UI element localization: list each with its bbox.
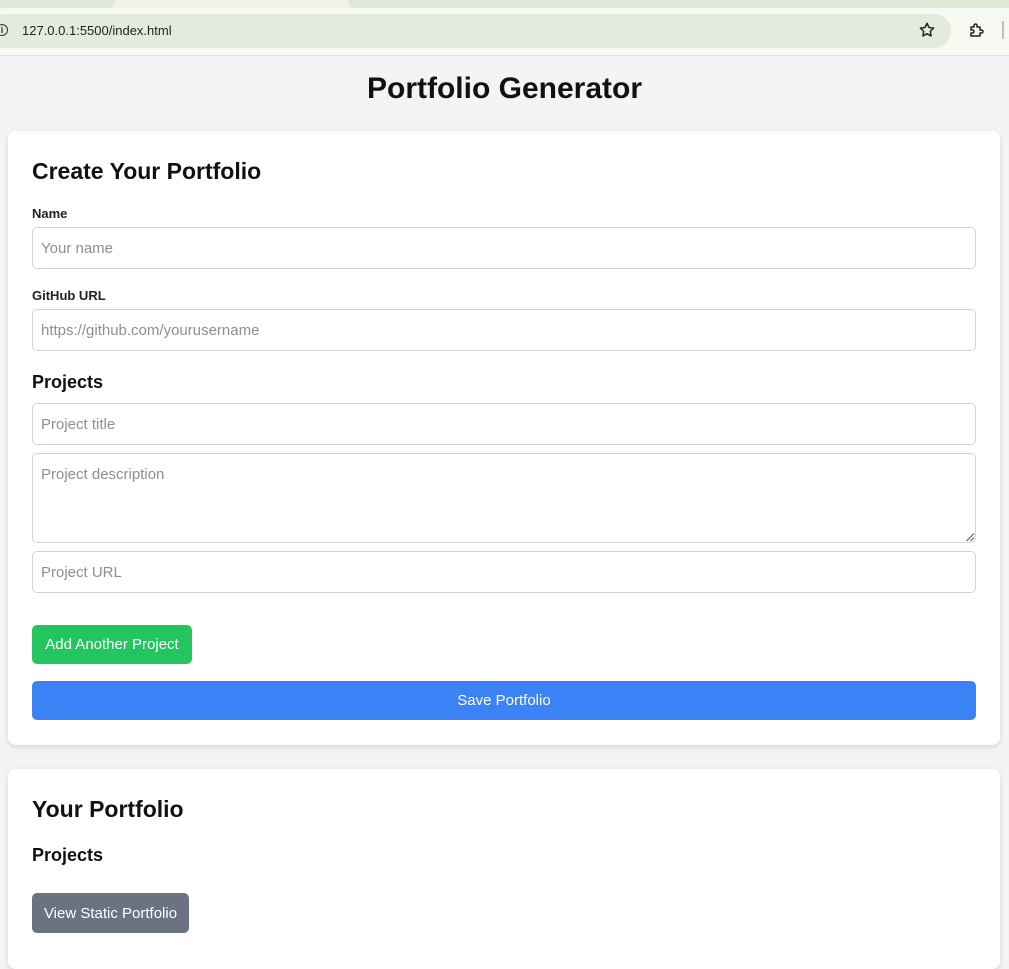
name-input[interactable] <box>32 227 976 269</box>
create-portfolio-heading: Create Your Portfolio <box>32 158 262 184</box>
browser-tab-active[interactable] <box>348 0 1009 8</box>
github-url-input[interactable] <box>32 309 976 351</box>
your-portfolio-card: Your Portfolio Projects View Static Port… <box>8 769 1000 969</box>
view-static-portfolio-button[interactable]: View Static Portfolio <box>32 893 189 933</box>
site-info-icon[interactable]: i <box>0 24 8 36</box>
name-label: Name <box>32 206 68 221</box>
bookmark-star-icon[interactable] <box>918 21 936 39</box>
portfolio-projects-heading: Projects <box>32 845 104 865</box>
create-portfolio-card: Create Your Portfolio Name GitHub URL Pr… <box>8 131 1000 745</box>
browser-toolbar: i 127.0.0.1:5500/index.html <box>0 0 1009 56</box>
github-url-label: GitHub URL <box>32 288 106 303</box>
toolbar-divider <box>1002 21 1004 39</box>
address-bar[interactable]: i 127.0.0.1:5500/index.html <box>0 14 951 48</box>
page-title: Portfolio Generator <box>366 72 643 105</box>
url-text[interactable]: 127.0.0.1:5500/index.html <box>22 23 172 38</box>
projects-form-heading: Projects <box>32 372 104 392</box>
your-portfolio-heading: Your Portfolio <box>32 796 184 822</box>
save-portfolio-button[interactable]: Save Portfolio <box>32 681 976 720</box>
add-project-button[interactable]: Add Another Project <box>32 625 192 664</box>
project-url-input[interactable] <box>32 551 976 593</box>
extensions-puzzle-icon[interactable] <box>968 21 986 39</box>
textarea-resize-handle[interactable] <box>966 533 974 541</box>
project-title-input[interactable] <box>32 403 976 445</box>
browser-tab[interactable] <box>0 0 115 8</box>
project-description-textarea[interactable] <box>32 453 976 543</box>
tab-strip <box>0 0 1009 8</box>
